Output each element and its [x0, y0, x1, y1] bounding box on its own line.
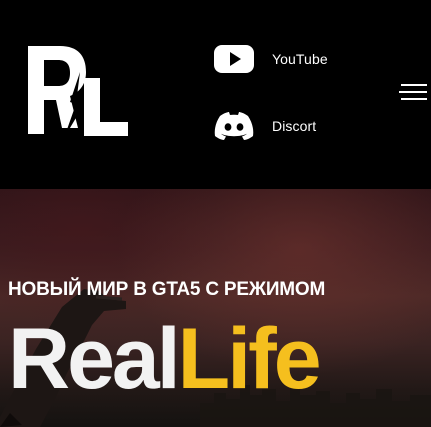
rl-logo-graphic — [28, 46, 128, 138]
discord-icon — [214, 112, 254, 140]
menu-line — [401, 84, 427, 86]
hero-title-life: Life — [177, 311, 322, 407]
hero-title-real: Real — [8, 311, 181, 407]
hamburger-menu-icon[interactable] — [397, 80, 427, 102]
menu-line — [401, 98, 427, 100]
hero-banner: НОВЫЙ МИР В GTA5 С РЕЖИМОМ RealLife — [0, 189, 431, 427]
youtube-label: YouTube — [272, 51, 328, 67]
rl-logo-icon[interactable] — [26, 42, 130, 138]
discord-label: Discort — [272, 118, 317, 134]
menu-line — [399, 91, 427, 93]
youtube-icon — [214, 45, 254, 73]
hero-title: RealLife — [8, 311, 322, 407]
youtube-link[interactable]: YouTube — [213, 43, 328, 75]
site-header: YouTube Discort — [0, 0, 431, 189]
hero-subtitle: НОВЫЙ МИР В GTA5 С РЕЖИМОМ — [8, 279, 326, 300]
discord-link[interactable]: Discort — [213, 110, 316, 142]
